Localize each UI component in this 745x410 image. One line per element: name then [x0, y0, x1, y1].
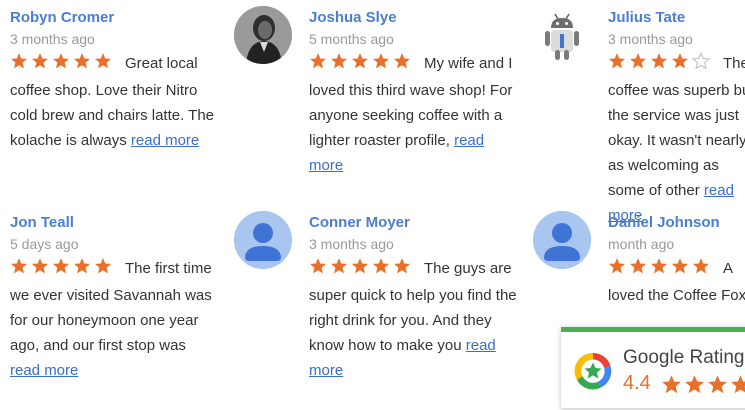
- review-body: The guys are super quick to help you fin…: [309, 256, 519, 383]
- star-filled-icon: [73, 257, 91, 275]
- star-rating: [608, 52, 713, 78]
- star-filled-icon: [31, 52, 49, 70]
- badge-score: 4.4: [623, 372, 651, 394]
- android-icon: [533, 6, 591, 64]
- star-empty-icon: [692, 52, 710, 70]
- review-card: Daniel Johnson month ago A loved the Cof…: [608, 213, 745, 308]
- read-more-link[interactable]: read more: [10, 362, 78, 379]
- reviewer-name[interactable]: Joshua Slye: [309, 8, 519, 28]
- badge-star-rating: [661, 374, 745, 400]
- star-filled-icon: [309, 257, 327, 275]
- default-user-avatar[interactable]: [234, 211, 292, 269]
- review-card: Jon Teall 5 days ago The first time we e…: [10, 213, 220, 383]
- user-silhouette-icon: [533, 211, 591, 269]
- review-date: month ago: [608, 236, 675, 252]
- star-filled-icon: [629, 257, 647, 275]
- android-avatar[interactable]: [533, 6, 591, 64]
- star-filled-icon: [650, 52, 668, 70]
- review-date: 3 months ago: [309, 236, 394, 252]
- review-card: Julius Tate 3 months ago The coffee was …: [608, 8, 745, 228]
- reviewer-name[interactable]: Jon Teall: [10, 213, 220, 233]
- user-silhouette-icon: [234, 211, 292, 269]
- star-filled-icon: [52, 257, 70, 275]
- badge-title: Google Rating: [623, 347, 745, 368]
- star-filled-icon: [671, 257, 689, 275]
- read-more-link[interactable]: read more: [131, 132, 199, 149]
- review-body: My wife and I loved this third wave shop…: [309, 51, 519, 178]
- star-filled-icon: [372, 52, 390, 70]
- star-rating: [309, 52, 414, 78]
- review-date: 3 months ago: [10, 31, 95, 47]
- star-filled-icon: [684, 374, 705, 395]
- review-body: Great local coffee shop. Love their Nitr…: [10, 51, 220, 153]
- default-user-avatar[interactable]: [533, 211, 591, 269]
- star-filled-icon: [10, 257, 28, 275]
- star-filled-icon: [10, 52, 28, 70]
- star-filled-icon: [608, 52, 626, 70]
- star-filled-icon: [661, 374, 682, 395]
- star-filled-icon: [351, 257, 369, 275]
- star-filled-icon: [330, 52, 348, 70]
- google-logo-icon: [574, 352, 612, 390]
- star-filled-icon: [730, 374, 745, 395]
- review-date: 5 months ago: [309, 31, 394, 47]
- star-filled-icon: [393, 52, 411, 70]
- review-date: 3 months ago: [608, 31, 693, 47]
- reviewer-name[interactable]: Daniel Johnson: [608, 213, 745, 233]
- reviewer-name[interactable]: Julius Tate: [608, 8, 745, 28]
- star-filled-icon: [393, 257, 411, 275]
- review-card: Conner Moyer 3 months ago The guys are s…: [309, 213, 519, 383]
- review-date: 5 days ago: [10, 236, 79, 252]
- star-filled-icon: [629, 52, 647, 70]
- reviewer-name[interactable]: Robyn Cromer: [10, 8, 220, 28]
- google-rating-badge[interactable]: Google Rating 4.4: [561, 327, 745, 408]
- reviewer-name[interactable]: Conner Moyer: [309, 213, 519, 233]
- star-rating: [608, 257, 713, 283]
- star-filled-icon: [31, 257, 49, 275]
- star-filled-icon: [650, 257, 668, 275]
- review-body: A loved the Coffee Fox: [608, 256, 745, 308]
- star-filled-icon: [94, 257, 112, 275]
- star-filled-icon: [692, 257, 710, 275]
- star-filled-icon: [608, 257, 626, 275]
- star-filled-icon: [372, 257, 390, 275]
- review-card: Joshua Slye 5 months ago My wife and I l…: [309, 8, 519, 178]
- star-filled-icon: [94, 52, 112, 70]
- star-filled-icon: [351, 52, 369, 70]
- user-photo-avatar[interactable]: [234, 6, 292, 64]
- star-filled-icon: [707, 374, 728, 395]
- star-rating: [10, 52, 115, 78]
- review-body: The first time we ever visited Savannah …: [10, 256, 220, 383]
- review-card: Robyn Cromer 3 months ago Great local co…: [10, 8, 220, 153]
- star-filled-icon: [309, 52, 327, 70]
- star-rating: [10, 257, 115, 283]
- star-filled-icon: [52, 52, 70, 70]
- review-body: The coffee was superb but the service wa…: [608, 51, 745, 228]
- star-filled-icon: [671, 52, 689, 70]
- star-filled-icon: [330, 257, 348, 275]
- star-rating: [309, 257, 414, 283]
- star-filled-icon: [73, 52, 91, 70]
